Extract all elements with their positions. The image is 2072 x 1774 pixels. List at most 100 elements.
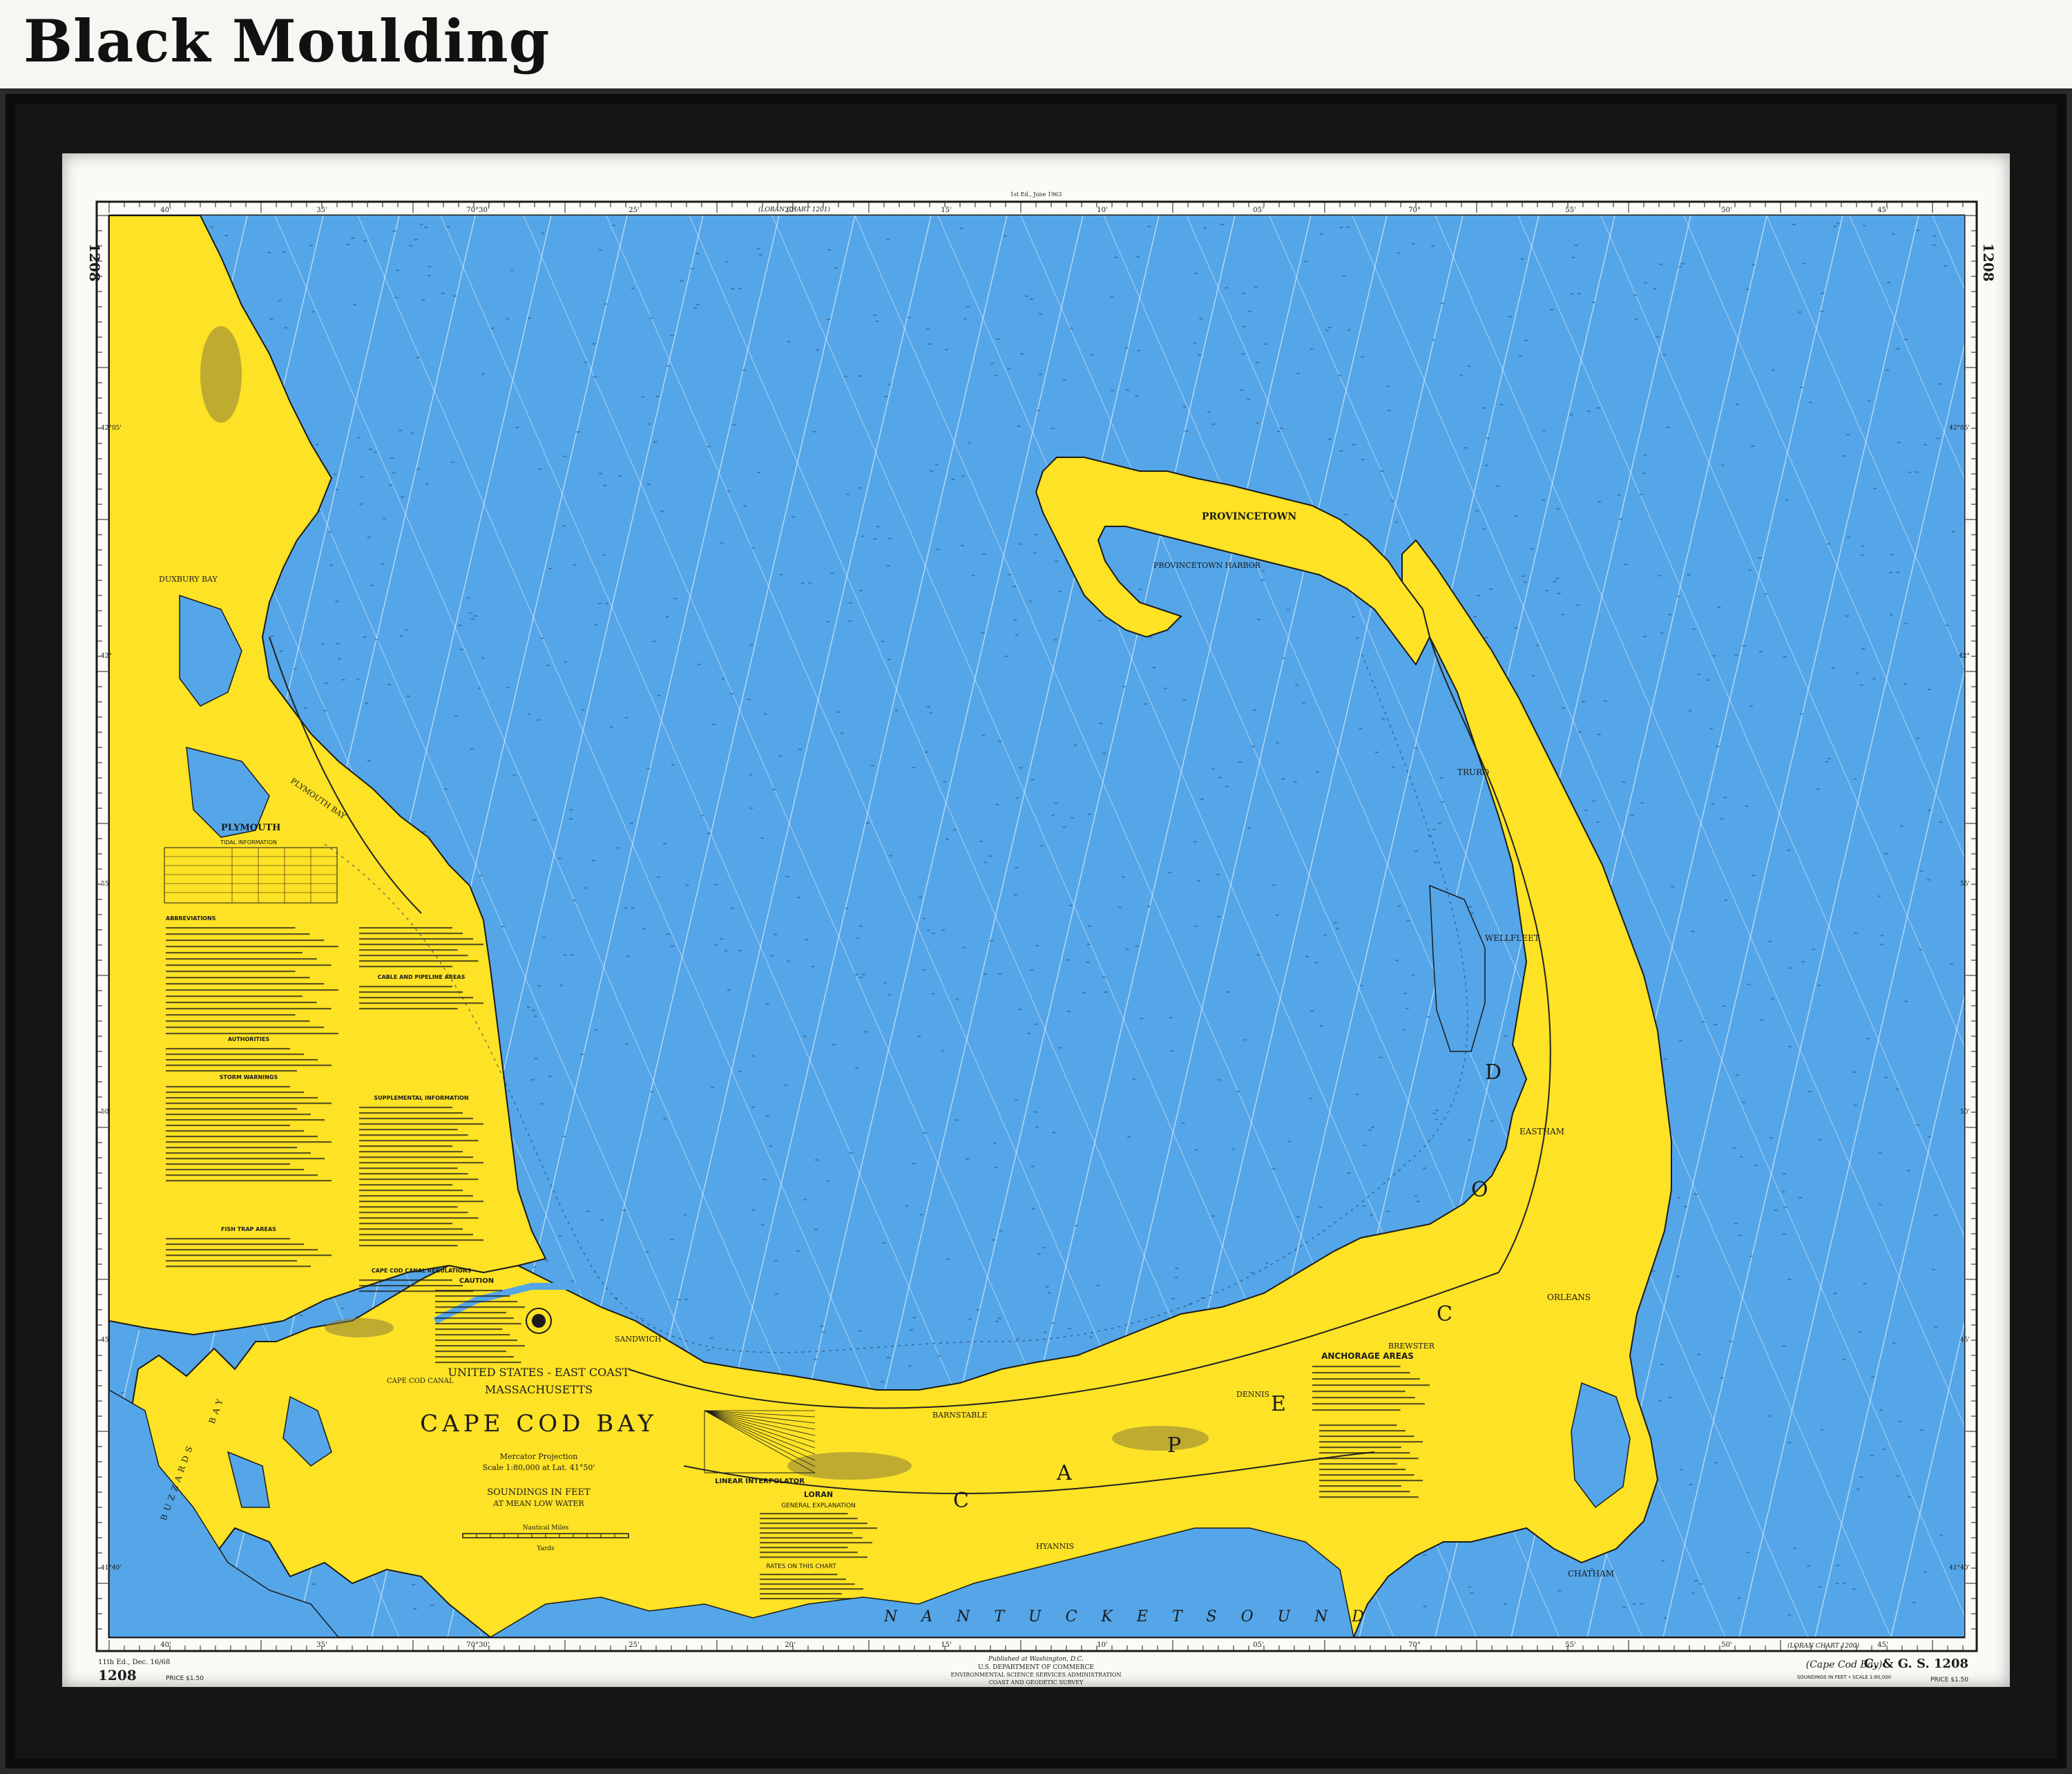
sounding-mark	[792, 516, 796, 518]
sounding-mark	[671, 764, 675, 766]
sounding-mark	[1091, 354, 1095, 356]
sounding-mark	[994, 1166, 998, 1168]
sounding-mark	[870, 765, 874, 767]
sounding-mark	[1281, 657, 1285, 659]
sounding-mark	[443, 788, 448, 790]
sounding-mark	[1903, 683, 1908, 685]
sounding-mark	[1640, 1603, 1644, 1605]
sounding-mark	[609, 726, 613, 728]
sounding-mark	[751, 547, 755, 549]
sounding-mark	[983, 973, 987, 975]
sounding-mark	[539, 1103, 544, 1105]
sounding-mark	[1193, 342, 1197, 344]
sounding-mark	[732, 423, 736, 426]
sounding-mark	[1678, 1040, 1682, 1042]
fine-print-line	[166, 1249, 318, 1251]
longitude-label-bottom: 70°30'	[466, 1641, 489, 1649]
sounding-mark	[1015, 634, 1019, 636]
sounding-mark	[1653, 287, 1657, 289]
sounding-mark	[1194, 925, 1198, 927]
sounding-mark	[805, 939, 809, 941]
sounding-mark	[1390, 500, 1394, 502]
sounding-mark	[1296, 372, 1301, 374]
sounding-mark	[928, 343, 932, 345]
sounding-mark	[381, 563, 385, 565]
fine-print-line	[359, 955, 468, 957]
fine-print-line	[166, 1136, 318, 1138]
latitude-label-left: 45'	[101, 1337, 111, 1344]
sounding-mark	[841, 732, 845, 734]
sounding-mark	[1671, 886, 1675, 888]
sounding-mark	[284, 327, 288, 329]
sounding-mark	[1432, 338, 1436, 341]
sounding-mark	[1030, 779, 1035, 781]
sounding-mark	[224, 235, 229, 237]
sounding-mark	[1696, 1353, 1700, 1355]
longitude-label-bottom: 45'	[1877, 1641, 1888, 1649]
sounding-mark	[1068, 1328, 1072, 1330]
longitude-label-bottom: 10'	[1097, 1641, 1107, 1649]
sounding-mark	[1632, 1603, 1636, 1605]
sounding-mark	[1174, 1277, 1178, 1279]
sounding-mark	[1508, 316, 1512, 318]
sounding-mark	[527, 317, 531, 319]
sounding-mark	[1381, 718, 1385, 720]
sounding-mark	[1013, 619, 1017, 621]
sounding-mark	[1852, 1071, 1857, 1074]
sounding-mark	[1309, 1098, 1313, 1100]
sounding-mark	[1889, 614, 1893, 616]
sounding-mark	[641, 396, 645, 398]
sounding-mark	[1073, 744, 1077, 746]
sounding-mark	[1226, 991, 1230, 993]
sounding-mark	[1054, 802, 1058, 804]
sounding-mark	[363, 636, 367, 638]
sounding-mark	[1545, 590, 1549, 592]
sounding-mark	[709, 1337, 713, 1339]
fine-print-line	[359, 1184, 452, 1186]
sounding-mark	[1198, 354, 1202, 356]
label-provincetown: PROVINCETOWN	[1202, 511, 1296, 522]
loran-line	[1967, 216, 2010, 1637]
sounding-mark	[803, 1199, 807, 1201]
sounding-mark	[1143, 703, 1147, 705]
sounding-mark	[1196, 880, 1200, 882]
label-cape-c: C	[953, 1489, 970, 1513]
fine-print-line	[1312, 1403, 1425, 1405]
sounding-mark	[537, 985, 541, 987]
sounding-mark	[1782, 1345, 1786, 1347]
longitude-label-top: 45'	[1877, 207, 1888, 214]
sounding-mark	[856, 937, 860, 940]
sounding-mark	[1658, 1400, 1662, 1402]
sounding-mark	[466, 597, 470, 599]
sounding-mark	[1432, 828, 1437, 830]
fine-print-line	[166, 1059, 318, 1061]
sounding-mark	[603, 484, 607, 486]
sounding-mark	[506, 687, 510, 689]
sounding-mark	[1890, 553, 1894, 555]
sounding-mark	[1339, 450, 1343, 452]
fine-print-line	[166, 946, 338, 948]
sounding-mark	[581, 709, 585, 711]
fine-print-line	[359, 1285, 463, 1287]
sounding-mark	[1873, 487, 1877, 489]
sounding-mark	[365, 703, 369, 705]
latitude-label-left: 42°	[101, 653, 112, 660]
sounding-mark	[1406, 919, 1410, 922]
sounding-mark	[1662, 354, 1666, 356]
sounding-mark	[557, 857, 562, 859]
sounding-mark	[1808, 401, 1812, 403]
sounding-mark	[1314, 962, 1318, 964]
sounding-mark	[1798, 311, 1802, 313]
sounding-mark	[1557, 592, 1561, 594]
fine-print-line	[166, 933, 310, 935]
fine-print-line	[166, 1097, 318, 1099]
sounding-mark	[1622, 1606, 1627, 1608]
fine-print-line	[1312, 1372, 1410, 1374]
sounding-mark	[1783, 1173, 1787, 1175]
price-left: PRICE $1.50	[166, 1675, 204, 1682]
fine-print-line	[359, 949, 458, 951]
sounding-mark	[416, 356, 420, 359]
sounding-mark	[714, 944, 718, 946]
sounding-mark	[1042, 1247, 1046, 1249]
sounding-mark	[1432, 1112, 1436, 1114]
